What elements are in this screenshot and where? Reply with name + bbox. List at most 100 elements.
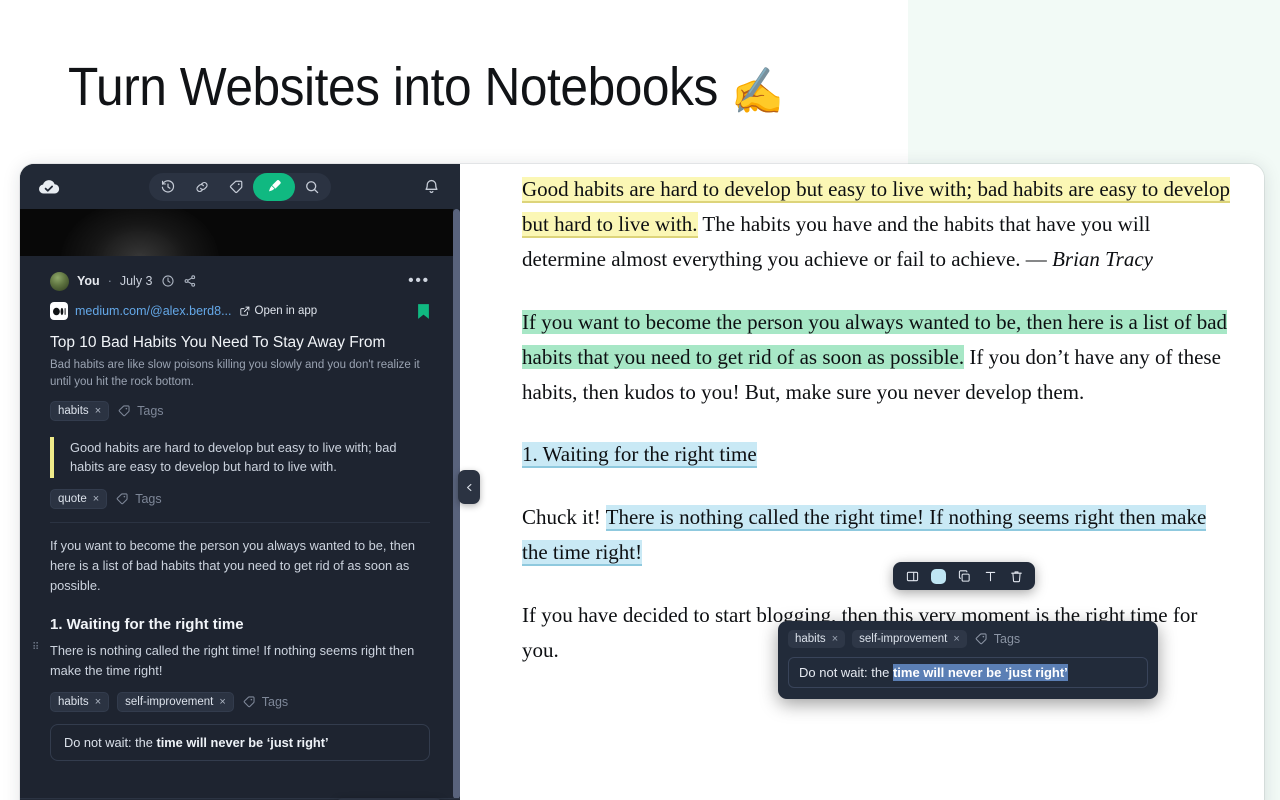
remove-tag-icon[interactable]: × xyxy=(953,633,959,645)
tag-icon[interactable] xyxy=(219,173,253,201)
reader-tag-popup: habits × self-improvement × Tags Do not … xyxy=(778,621,1158,699)
meta-author: You xyxy=(77,274,100,288)
reader-paragraph: If you want to become the person you alw… xyxy=(522,305,1234,410)
remove-tag-icon[interactable]: × xyxy=(219,696,225,708)
remove-tag-icon[interactable]: × xyxy=(93,493,99,505)
more-options-icon[interactable]: ••• xyxy=(408,273,430,288)
highlighter-icon[interactable] xyxy=(253,172,295,201)
hero-photo xyxy=(20,209,460,256)
medium-icon xyxy=(50,302,68,320)
paragraph-text: Chuck it! xyxy=(522,505,606,529)
meta-date: July 3 xyxy=(119,274,153,288)
tag-label: habits xyxy=(58,405,89,418)
add-tag-button[interactable]: Tags xyxy=(974,632,1020,646)
history-icon[interactable] xyxy=(151,173,185,201)
avatar[interactable] xyxy=(50,271,69,291)
external-link-icon xyxy=(239,306,249,316)
sidebar-toolbar xyxy=(20,164,460,209)
tag-chip[interactable]: self-improvement × xyxy=(117,691,234,712)
note-selected-text: time will never be ‘just right’ xyxy=(892,664,1068,681)
tag-chip[interactable]: self-improvement × xyxy=(852,630,967,648)
section-heading: 1. Waiting for the right time xyxy=(50,615,244,633)
blue-highlight-tag-row: habits × self-improvement × Tags xyxy=(50,691,430,712)
reader-pane: Good habits are hard to develop but easy… xyxy=(460,164,1264,800)
highlight-quote[interactable]: Good habits are hard to develop but easy… xyxy=(50,437,430,478)
share-icon[interactable] xyxy=(183,274,197,288)
notifications-bell-icon[interactable] xyxy=(418,174,444,200)
cloud-check-icon[interactable] xyxy=(36,174,62,200)
copy-icon[interactable] xyxy=(953,565,975,587)
sidebar-scroll-area[interactable]: You · July 3 ••• medium.com/@alex.berd8.… xyxy=(20,256,460,800)
highlight-block-blue: ⠿ There is nothing called the right time… xyxy=(32,641,430,681)
highlight-plain[interactable]: If you want to become the person you alw… xyxy=(50,536,430,596)
link-icon[interactable] xyxy=(185,173,219,201)
tag-label: quote xyxy=(58,492,87,505)
reader-highlight-toolbar xyxy=(893,562,1035,590)
page-title-text: Turn Websites into Notebooks xyxy=(68,57,718,117)
app-window: You · July 3 ••• medium.com/@alex.berd8.… xyxy=(20,164,1264,800)
open-in-app-button[interactable]: Open in app xyxy=(239,305,318,317)
highlight-text[interactable]: There is nothing called the right time! … xyxy=(50,641,430,681)
note-meta-row: You · July 3 ••• xyxy=(50,268,430,294)
reader-paragraph: Chuck it! There is nothing called the ri… xyxy=(522,500,1234,570)
trash-icon[interactable] xyxy=(1005,565,1027,587)
note-input[interactable]: Do not wait: the time will never be ‘jus… xyxy=(50,723,430,761)
color-swatch xyxy=(930,568,946,584)
add-tag-label: Tags xyxy=(135,491,162,506)
sidebar-scrollbar-thumb[interactable] xyxy=(453,209,460,799)
meta-separator: · xyxy=(107,274,112,288)
chevron-left-icon xyxy=(466,483,471,491)
text-icon[interactable] xyxy=(979,565,1001,587)
quote-tag-row: quote × Tags xyxy=(50,488,430,509)
clock-icon[interactable] xyxy=(161,274,175,288)
search-icon[interactable] xyxy=(295,173,329,201)
article-title: Top 10 Bad Habits You Need To Stay Away … xyxy=(50,334,386,351)
tag-chip[interactable]: habits × xyxy=(50,691,110,712)
remove-tag-icon[interactable]: × xyxy=(95,696,101,708)
attribution-text: Brian Tracy xyxy=(1052,247,1153,271)
add-tag-label: Tags xyxy=(993,632,1021,646)
open-in-app-label: Open in app xyxy=(254,305,318,317)
note-bold: time will never be ‘just right’ xyxy=(156,734,329,750)
add-tag-label: Tags xyxy=(261,694,289,709)
sidebar-scrollbar-track[interactable] xyxy=(453,209,460,800)
tag-chip[interactable]: habits × xyxy=(788,630,846,648)
color-swatch-button[interactable] xyxy=(927,565,949,587)
tag-label: habits xyxy=(58,695,89,708)
add-tag-button[interactable]: Tags xyxy=(115,491,162,506)
tag-label: self-improvement xyxy=(125,695,214,708)
tag-label: habits xyxy=(795,633,826,645)
sidebar-tool-group xyxy=(149,172,331,201)
tag-label: self-improvement xyxy=(859,633,948,645)
add-tag-button[interactable]: Tags xyxy=(242,695,288,709)
panel-icon[interactable] xyxy=(901,565,923,587)
article-tag-row: habits × Tags xyxy=(50,401,430,422)
reader-paragraph: Good habits are hard to develop but easy… xyxy=(522,172,1234,277)
bookmark-icon[interactable] xyxy=(417,303,430,320)
source-url-link[interactable]: medium.com/@alex.berd8... xyxy=(75,304,232,318)
divider xyxy=(50,521,430,523)
sidebar-panel: You · July 3 ••• medium.com/@alex.berd8.… xyxy=(20,164,460,800)
note-prefix: Do not wait: the xyxy=(799,665,893,680)
remove-tag-icon[interactable]: × xyxy=(832,633,838,645)
collapse-sidebar-button[interactable] xyxy=(458,470,480,504)
tag-chip[interactable]: quote × xyxy=(50,488,108,509)
page-root: Turn Websites into Notebooks ✍️ You · Ju… xyxy=(0,0,1280,800)
drag-handle-icon[interactable]: ⠿ xyxy=(32,642,40,652)
source-row: medium.com/@alex.berd8... Open in app xyxy=(50,301,430,321)
tag-icon xyxy=(116,493,128,505)
tag-icon xyxy=(243,696,255,707)
article-hero-image xyxy=(20,209,460,256)
tag-chip[interactable]: habits × xyxy=(50,401,110,422)
reader-section-heading: 1. Waiting for the right time xyxy=(522,438,1234,470)
note-prefix: Do not wait: the xyxy=(64,734,157,750)
highlight-blue-active[interactable]: There is nothing called the right time! … xyxy=(522,505,1207,564)
page-title: Turn Websites into Notebooks ✍️ xyxy=(68,56,784,119)
article-subtitle: Bad habits are like slow poisons killing… xyxy=(50,359,420,388)
add-tag-button[interactable]: Tags xyxy=(117,404,164,418)
writing-hand-icon: ✍️ xyxy=(731,65,784,117)
highlight-blue[interactable]: 1. Waiting for the right time xyxy=(522,442,757,466)
popup-note-input[interactable]: Do not wait: the time will never be ‘jus… xyxy=(788,657,1148,688)
popup-tag-row: habits × self-improvement × Tags xyxy=(788,630,1148,648)
remove-tag-icon[interactable]: × xyxy=(95,405,101,417)
